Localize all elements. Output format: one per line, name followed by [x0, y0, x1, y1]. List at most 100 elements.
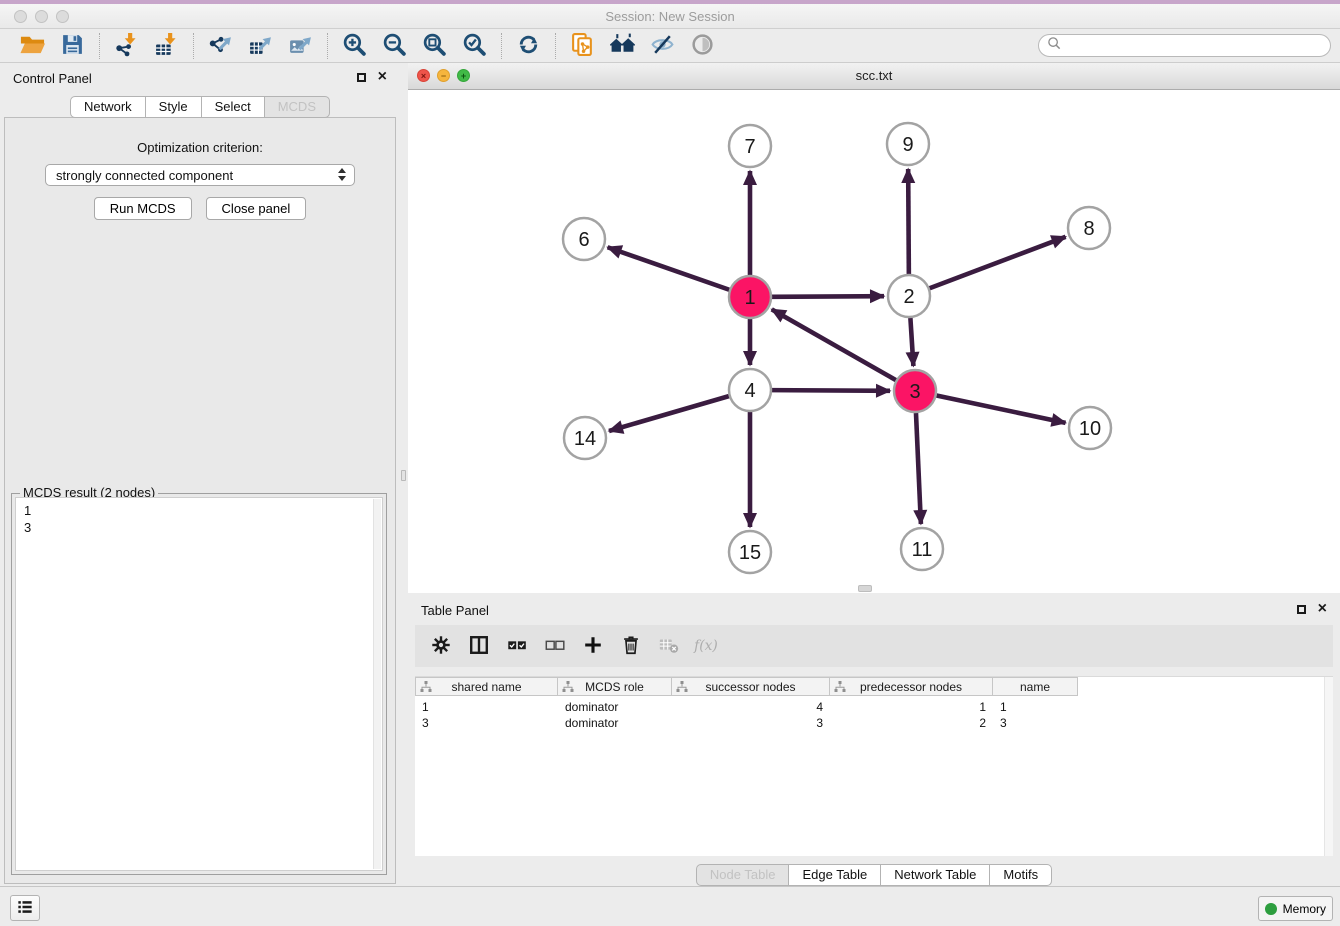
criterion-select[interactable]: strongly connected component: [45, 164, 355, 186]
mcds-result-group: MCDS result (2 nodes) 13: [11, 493, 387, 875]
task-history-button[interactable]: [10, 895, 40, 921]
tab-node-table[interactable]: Node Table: [696, 864, 790, 886]
settings-gear-button[interactable]: [428, 633, 454, 659]
delete-table-icon: [658, 634, 680, 659]
graph-edge-1-2[interactable]: [772, 296, 884, 297]
vertical-splitter[interactable]: [400, 63, 408, 886]
graph-edge-3-11[interactable]: [916, 413, 921, 524]
zoom-fit-button[interactable]: [417, 31, 452, 61]
table-body: 1dominator4113dominator323: [415, 699, 1333, 731]
table-row[interactable]: 3dominator323: [415, 715, 1333, 731]
table-cell[interactable]: 4: [672, 699, 830, 715]
network-window-titlebar[interactable]: × − + scc.txt: [408, 63, 1340, 90]
add-column-button[interactable]: [580, 633, 606, 659]
network-canvas[interactable]: 7968124314101511: [408, 89, 1340, 593]
graph-edge-2-8[interactable]: [930, 237, 1066, 288]
tab-edge-table[interactable]: Edge Table: [788, 864, 881, 886]
tab-mcds[interactable]: MCDS: [264, 96, 330, 118]
select-stepper-icon: [338, 168, 346, 181]
column-header-shared-name[interactable]: shared name: [415, 677, 558, 696]
table-cell[interactable]: 3: [672, 715, 830, 731]
tab-select[interactable]: Select: [201, 96, 265, 118]
home-icon: [609, 32, 636, 60]
column-header-label: MCDS role: [585, 680, 644, 694]
export-image-icon: [287, 32, 314, 60]
splitter-grip-icon[interactable]: [401, 470, 406, 481]
hide-selected-button[interactable]: [645, 31, 680, 61]
search-icon: [1047, 36, 1062, 56]
export-network-button[interactable]: [203, 31, 238, 61]
criterion-selected-value: strongly connected component: [56, 168, 233, 183]
table-cell[interactable]: 3: [415, 715, 558, 731]
horizontal-splitter-grip-icon[interactable]: [858, 585, 872, 592]
mcds-result-list[interactable]: 13: [15, 497, 383, 871]
result-scrollbar[interactable]: [373, 499, 381, 869]
table-scrollbar[interactable]: [1324, 677, 1333, 856]
graph-edge-4-14[interactable]: [609, 396, 729, 431]
select-all-button[interactable]: [504, 633, 530, 659]
control-panel-header: Control Panel ×: [0, 63, 400, 93]
delete-column-button[interactable]: [618, 633, 644, 659]
search-box[interactable]: [1038, 34, 1331, 57]
refresh-button[interactable]: [511, 31, 546, 61]
clone-network-button[interactable]: [565, 31, 600, 61]
table-toolbar: f(x): [415, 625, 1333, 667]
float-table-panel-icon[interactable]: [1297, 605, 1306, 614]
graph-edge-2-9[interactable]: [908, 169, 909, 274]
titlebar: Session: New Session: [0, 0, 1340, 29]
import-table-button[interactable]: [149, 31, 184, 61]
table-cell[interactable]: 1: [415, 699, 558, 715]
table-cell[interactable]: dominator: [558, 715, 672, 731]
graph-edge-3-10[interactable]: [937, 396, 1066, 423]
column-header-successor-nodes[interactable]: successor nodes: [672, 677, 830, 696]
save-session-button[interactable]: [55, 31, 90, 61]
open-session-button[interactable]: [15, 31, 50, 61]
float-panel-icon[interactable]: [357, 73, 366, 82]
zoom-out-button[interactable]: [377, 31, 412, 61]
zoom-selected-button[interactable]: [457, 31, 492, 61]
deselect-all-button[interactable]: [542, 633, 568, 659]
close-panel-button[interactable]: Close panel: [206, 197, 307, 220]
mcds-tab-content: Optimization criterion: strongly connect…: [4, 117, 396, 884]
column-header-MCDS-role[interactable]: MCDS role: [558, 677, 672, 696]
search-input[interactable]: [1066, 38, 1330, 54]
zoom-in-button[interactable]: [337, 31, 372, 61]
run-mcds-button[interactable]: Run MCDS: [94, 197, 192, 220]
column-layout-button[interactable]: [466, 633, 492, 659]
table-row[interactable]: 1dominator411: [415, 699, 1333, 715]
zoom-fit-icon: [421, 32, 448, 60]
column-header-predecessor-nodes[interactable]: predecessor nodes: [830, 677, 993, 696]
close-panel-icon[interactable]: ×: [378, 72, 387, 82]
network-maximize-button[interactable]: +: [457, 69, 470, 82]
column-type-tree-icon: [420, 681, 432, 695]
table-cell[interactable]: 1: [993, 699, 1078, 715]
graph-edge-4-3[interactable]: [772, 390, 890, 391]
tab-style[interactable]: Style: [145, 96, 202, 118]
table-cell[interactable]: 1: [830, 699, 993, 715]
control-panel-title: Control Panel: [13, 71, 92, 86]
network-view-window: × − + scc.txt 7968124314101511: [408, 63, 1340, 593]
control-panel: Control Panel × NetworkStyleSelectMCDS O…: [0, 63, 400, 886]
function-builder-button: f(x): [694, 633, 720, 659]
network-close-button[interactable]: ×: [417, 69, 430, 82]
column-header-name[interactable]: name: [993, 677, 1078, 696]
memory-button[interactable]: Memory: [1258, 896, 1333, 921]
export-table-button[interactable]: [243, 31, 278, 61]
close-table-panel-icon[interactable]: ×: [1318, 604, 1327, 614]
network-minimize-button[interactable]: −: [437, 69, 450, 82]
tab-motifs[interactable]: Motifs: [989, 864, 1052, 886]
table-cell[interactable]: 2: [830, 715, 993, 731]
graph-edge-2-3[interactable]: [910, 318, 913, 366]
network-graph[interactable]: 7968124314101511: [408, 89, 1340, 593]
show-all-button[interactable]: [685, 31, 720, 61]
import-network-button[interactable]: [109, 31, 144, 61]
home-button[interactable]: [605, 31, 640, 61]
clone-network-icon: [569, 32, 596, 60]
graph-edge-3-1[interactable]: [772, 309, 896, 380]
graph-edge-1-6[interactable]: [608, 247, 730, 289]
table-cell[interactable]: dominator: [558, 699, 672, 715]
table-cell[interactable]: 3: [993, 715, 1078, 731]
tab-network[interactable]: Network: [70, 96, 146, 118]
export-image-button[interactable]: [283, 31, 318, 61]
tab-network-table[interactable]: Network Table: [880, 864, 990, 886]
